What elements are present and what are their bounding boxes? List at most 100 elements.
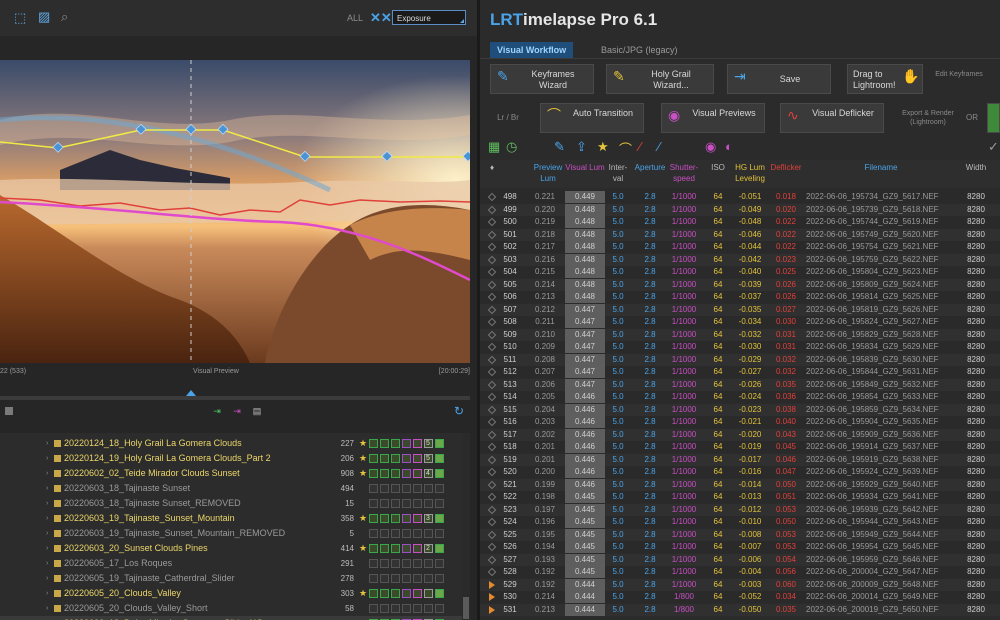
visual-previews-button[interactable]: ◉ Visual Previews bbox=[661, 103, 765, 133]
render-button[interactable] bbox=[987, 103, 1000, 133]
clock-icon[interactable]: ◷ bbox=[506, 139, 517, 155]
expand-caret-icon[interactable]: › bbox=[46, 496, 48, 511]
expand-caret-icon[interactable]: › bbox=[46, 616, 48, 620]
filter-all[interactable]: ALL bbox=[347, 13, 363, 23]
keyframe-flag-icon[interactable] bbox=[489, 580, 495, 589]
edit-icon[interactable]: ✎ bbox=[554, 139, 565, 155]
folder-row[interactable]: › 20220124_19_Holy Grail La Gomera Clouds… bbox=[0, 451, 462, 466]
holy-grail-wizard-button[interactable]: ✎ Holy Grail Wizard... bbox=[606, 64, 714, 94]
keyframe-diamond-icon[interactable] bbox=[487, 517, 497, 527]
col-iso[interactable]: ISO bbox=[706, 162, 730, 173]
star-icon[interactable]: ★ bbox=[597, 139, 609, 155]
save-button[interactable]: ⇥ Save bbox=[727, 64, 831, 94]
auto-transition-button[interactable]: ⌒ Auto Transition bbox=[540, 103, 644, 133]
expand-caret-icon[interactable]: › bbox=[46, 436, 48, 451]
table-row[interactable]: 530 0.214 0.444 5.0 2.8 1/800 64 -0.052 0.034 202… bbox=[480, 591, 1000, 603]
search-icon[interactable]: ⌕ bbox=[61, 9, 68, 25]
checkbox[interactable] bbox=[5, 407, 13, 415]
keyframe-flag-icon[interactable] bbox=[489, 605, 495, 614]
keyframe-diamond-icon[interactable] bbox=[487, 292, 497, 302]
keyframe-diamond-icon[interactable] bbox=[487, 355, 497, 364]
keyframe-diamond-icon[interactable] bbox=[487, 267, 497, 277]
keyframe-diamond-icon[interactable] bbox=[487, 530, 497, 539]
lum-tool-icon[interactable]: ◐ bbox=[725, 139, 733, 154]
expand-caret-icon[interactable]: › bbox=[46, 556, 48, 571]
table-row[interactable]: 505 0.214 0.448 5.0 2.8 1/1000 64 -0.039 0.026 20… bbox=[480, 278, 1000, 291]
keyframe-diamond-icon[interactable] bbox=[487, 330, 497, 339]
transition-icon[interactable]: ⌒ bbox=[619, 139, 632, 158]
keyframe-diamond-icon[interactable] bbox=[487, 280, 497, 289]
col-shutter[interactable]: Shutter- speed bbox=[667, 162, 701, 184]
sort-indicator[interactable]: ♦ bbox=[488, 162, 496, 173]
keyframe-diamond-icon[interactable] bbox=[487, 480, 497, 489]
refresh-icon[interactable]: ↻ bbox=[454, 404, 464, 418]
table-row[interactable]: 523 0.197 0.445 5.0 2.8 1/1000 64 -0.012 0.053 20… bbox=[480, 503, 1000, 516]
table-row[interactable]: 498 0.221 0.449 5.0 2.8 1/1000 64 -0.051 0.018 20… bbox=[480, 191, 1000, 203]
keyframe-diamond-icon[interactable] bbox=[487, 567, 497, 577]
table-icon[interactable]: ▦ bbox=[488, 139, 500, 155]
table-row[interactable]: 512 0.207 0.447 5.0 2.8 1/1000 64 -0.027 0.032 20… bbox=[480, 366, 1000, 378]
expand-caret-icon[interactable]: › bbox=[46, 466, 48, 481]
keyframes-wizard-button[interactable]: ✎ Keyframes Wizard bbox=[490, 64, 594, 94]
col-interval[interactable]: Inter- val bbox=[606, 162, 630, 184]
keyframe-diamond-icon[interactable] bbox=[487, 317, 497, 327]
star-icon[interactable]: ★ bbox=[359, 466, 367, 481]
expand-caret-icon[interactable]: › bbox=[46, 601, 48, 616]
visual-deflicker-button[interactable]: ∿ Visual Deflicker bbox=[780, 103, 884, 133]
metadata-icon[interactable]: ⇪ bbox=[576, 139, 587, 155]
table-row[interactable]: 516 0.203 0.446 5.0 2.8 1/1000 64 -0.021 0.040 20… bbox=[480, 416, 1000, 428]
keyframe-diamond-icon[interactable] bbox=[487, 417, 497, 427]
scroll-thumb[interactable] bbox=[463, 597, 469, 619]
table-row[interactable]: 504 0.215 0.448 5.0 2.8 1/1000 64 -0.040 0.025 20… bbox=[480, 266, 1000, 278]
keyframe-diamond-icon[interactable] bbox=[487, 492, 497, 502]
star-icon[interactable]: ★ bbox=[359, 511, 367, 526]
table-row[interactable]: 522 0.198 0.445 5.0 2.8 1/1000 64 -0.013 0.051 20… bbox=[480, 491, 1000, 503]
col-width[interactable]: Width bbox=[962, 162, 990, 173]
deflicker-tool-icon[interactable]: ⁄ bbox=[639, 139, 641, 154]
select-rect-icon[interactable]: ⬚ bbox=[14, 10, 26, 26]
curves-toggle-icon[interactable]: ✕✕ bbox=[370, 10, 392, 26]
film-icon[interactable]: ▤ bbox=[250, 405, 264, 417]
expand-caret-icon[interactable]: › bbox=[46, 571, 48, 586]
table-row[interactable]: 511 0.208 0.447 5.0 2.8 1/1000 64 -0.029 0.032 20… bbox=[480, 353, 1000, 366]
expand-caret-icon[interactable]: › bbox=[46, 481, 48, 496]
keyframe-diamond-icon[interactable] bbox=[487, 380, 497, 389]
keyframe-diamond-icon[interactable] bbox=[487, 255, 497, 264]
expand-caret-icon[interactable]: › bbox=[46, 511, 48, 526]
folder-row[interactable]: › 20220603_19_Tajinaste_Sunset_Mountain 35… bbox=[0, 511, 462, 526]
holy-grail-tool-icon[interactable]: ⁄ bbox=[658, 139, 660, 154]
table-row[interactable]: 503 0.216 0.448 5.0 2.8 1/1000 64 -0.042 0.023 20… bbox=[480, 253, 1000, 266]
table-row[interactable]: 524 0.196 0.445 5.0 2.8 1/1000 64 -0.010 0.050 20… bbox=[480, 516, 1000, 528]
tab-visual-workflow[interactable]: Visual Workflow bbox=[490, 42, 574, 58]
folder-row[interactable]: › 20220603_18_Tajinaste Sunset 494 bbox=[0, 481, 462, 496]
keyframe-diamond-icon[interactable] bbox=[487, 230, 497, 239]
visual-preview[interactable] bbox=[0, 60, 470, 363]
star-icon[interactable]: ★ bbox=[359, 436, 367, 451]
keyframe-diamond-icon[interactable] bbox=[487, 342, 497, 352]
table-row[interactable]: 515 0.204 0.446 5.0 2.8 1/1000 64 -0.023 0.038 20… bbox=[480, 403, 1000, 416]
table-row[interactable]: 519 0.201 0.446 5.0 2.8 1/1000 64 -0.017 0.046 20… bbox=[480, 453, 1000, 466]
table-row[interactable]: 518 0.201 0.446 5.0 2.8 1/1000 64 -0.019 0.045 20… bbox=[480, 441, 1000, 453]
expand-caret-icon[interactable]: › bbox=[46, 526, 48, 541]
table-row[interactable]: 506 0.213 0.448 5.0 2.8 1/1000 64 -0.037 0.026 20… bbox=[480, 291, 1000, 303]
table-row[interactable]: 507 0.212 0.447 5.0 2.8 1/1000 64 -0.035 0.027 20… bbox=[480, 303, 1000, 316]
table-row[interactable]: 508 0.211 0.447 5.0 2.8 1/1000 64 -0.034 0.030 20… bbox=[480, 316, 1000, 328]
timeline-bar[interactable] bbox=[0, 396, 470, 400]
keyframe-diamond-icon[interactable] bbox=[487, 505, 497, 514]
table-row[interactable]: 502 0.217 0.448 5.0 2.8 1/1000 64 -0.044 0.022 20… bbox=[480, 241, 1000, 253]
star-icon[interactable]: ★ bbox=[359, 541, 367, 556]
table-row[interactable]: 509 0.210 0.447 5.0 2.8 1/1000 64 -0.032 0.031 20… bbox=[480, 328, 1000, 341]
keyframe-diamond-icon[interactable] bbox=[487, 555, 497, 564]
preview-tool-icon[interactable]: ◉ bbox=[705, 139, 716, 155]
col-filename[interactable]: Filename bbox=[840, 162, 922, 173]
folder-row[interactable]: › 20220605_20_Clouds_Valley_Short 58 bbox=[0, 601, 462, 616]
timeline-marker[interactable] bbox=[186, 390, 196, 396]
keyframe-diamond-icon[interactable] bbox=[487, 405, 497, 414]
col-hg-lum[interactable]: HG Lum Leveling bbox=[733, 162, 767, 184]
folder-row[interactable]: › 20220603_19_Tajinaste_Sunset_Mountain_R… bbox=[0, 526, 462, 541]
table-row[interactable]: 517 0.202 0.446 5.0 2.8 1/1000 64 -0.020 0.043 20… bbox=[480, 428, 1000, 441]
folder-row[interactable]: › 20220124_18_Holy Grail La Gomera Clouds… bbox=[0, 436, 462, 451]
keyframe-diamond-icon[interactable] bbox=[487, 542, 497, 552]
expand-caret-icon[interactable]: › bbox=[46, 586, 48, 601]
table-row[interactable]: 513 0.206 0.447 5.0 2.8 1/1000 64 -0.026 0.035 20… bbox=[480, 378, 1000, 391]
